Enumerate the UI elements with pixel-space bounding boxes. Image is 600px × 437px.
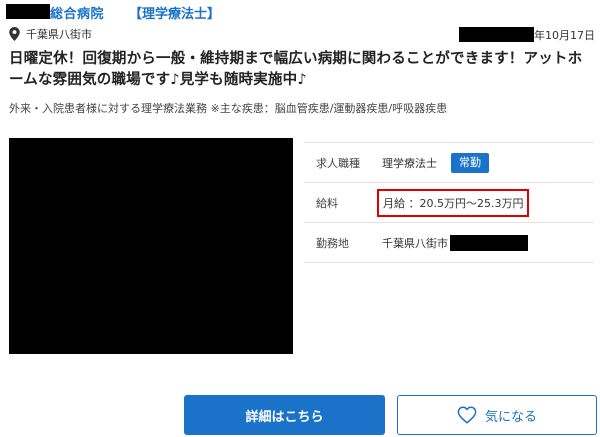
redacted-hospital-name <box>6 4 50 19</box>
heart-icon <box>457 406 477 424</box>
facility-photo <box>9 138 293 354</box>
job-type-tag: 【理学療法士】 <box>129 7 221 22</box>
salary-value-wrap: 月給 ：20.5万円〜25.3万円 <box>377 188 530 217</box>
salary-label: 給料 <box>316 196 338 210</box>
location-row: 千葉県八街市 <box>9 26 92 42</box>
favorite-button[interactable]: 気になる <box>397 395 597 435</box>
redacted-address <box>450 234 528 251</box>
info-row-workplace: 勤務地 千葉県八街市 <box>304 223 594 263</box>
map-pin-icon <box>9 27 20 41</box>
view-details-button[interactable]: 詳細はこちら <box>184 395 385 435</box>
workplace-value-wrap: 千葉県八街市 <box>382 234 528 251</box>
workplace-value: 千葉県八街市 <box>382 236 448 250</box>
employment-type-badge: 常勤 <box>451 152 489 173</box>
job-headline: 日曜定休！回復期から一般・維持期まで幅広い病期に関わることができます！アットホー… <box>9 51 583 88</box>
job-info-table: 求人職種 理学療法士 常勤 給料 月給 ：20.5万円〜25.3万円 勤務地 千… <box>304 142 594 263</box>
favorite-button-label: 気になる <box>484 409 537 425</box>
posted-date: 年10月17日 <box>534 29 595 42</box>
info-row-job-type: 求人職種 理学療法士 常勤 <box>304 143 594 183</box>
job-description: 外来・入院患者様に対する理学療法業務 ※主な疾患：脳血管疾患/運動器疾患/呼吸器… <box>9 102 448 115</box>
redacted-year <box>459 27 534 42</box>
job-type-label: 求人職種 <box>316 156 360 170</box>
job-type-value: 理学療法士 <box>382 156 437 170</box>
job-type-value-wrap: 理学療法士 常勤 <box>382 152 489 173</box>
hospital-name-link[interactable]: 総合病院 <box>50 3 104 22</box>
location-text: 千葉県八街市 <box>26 28 92 41</box>
workplace-label: 勤務地 <box>316 236 349 250</box>
info-row-salary: 給料 月給 ：20.5万円〜25.3万円 <box>304 183 594 223</box>
salary-value: 月給 ：20.5万円〜25.3万円 <box>377 188 530 217</box>
